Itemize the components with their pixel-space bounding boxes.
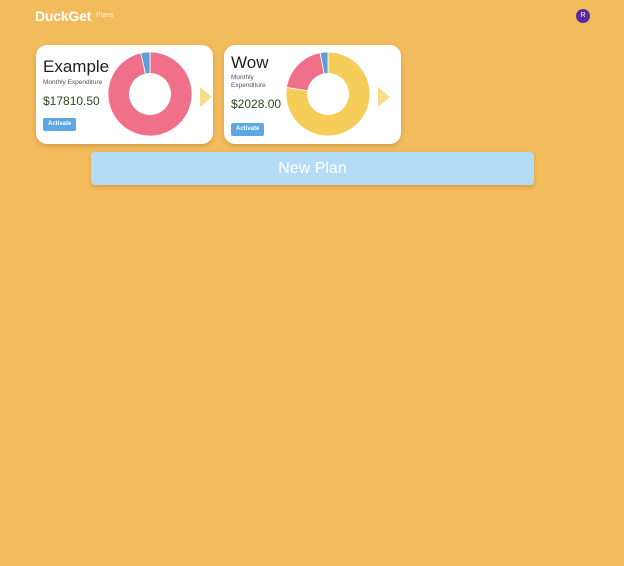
donut-hole — [129, 73, 171, 115]
plan-card-wow[interactable]: Wow Monthly Expenditure $2028.00 Activat… — [224, 45, 401, 144]
activate-button[interactable]: Activate — [231, 123, 265, 136]
donut-hole — [307, 73, 349, 115]
activate-button[interactable]: Activate — [43, 118, 77, 131]
brand-logo[interactable]: DuckGet — [35, 8, 91, 24]
plan-subtitle: Monthly Expenditure — [231, 74, 266, 89]
chevron-right-icon[interactable] — [200, 87, 212, 107]
expenditure-donut-chart — [285, 51, 371, 137]
new-plan-button[interactable]: New Plan — [91, 152, 534, 185]
plan-name: Wow — [231, 53, 269, 72]
plan-amount: $17810.50 — [43, 94, 100, 108]
user-avatar[interactable]: R — [576, 9, 590, 23]
chevron-right-icon[interactable] — [378, 87, 390, 107]
plan-name: Example — [43, 57, 110, 76]
nav-link-plans[interactable]: Plans — [96, 12, 114, 19]
expenditure-donut-chart — [107, 51, 193, 137]
plan-card-example[interactable]: Example Monthly Expenditure $17810.50 Ac… — [36, 45, 213, 144]
plan-subtitle: Monthly Expenditure — [43, 79, 103, 86]
top-navbar: DuckGet Plans R — [0, 0, 624, 34]
plan-amount: $2028.00 — [231, 97, 282, 111]
